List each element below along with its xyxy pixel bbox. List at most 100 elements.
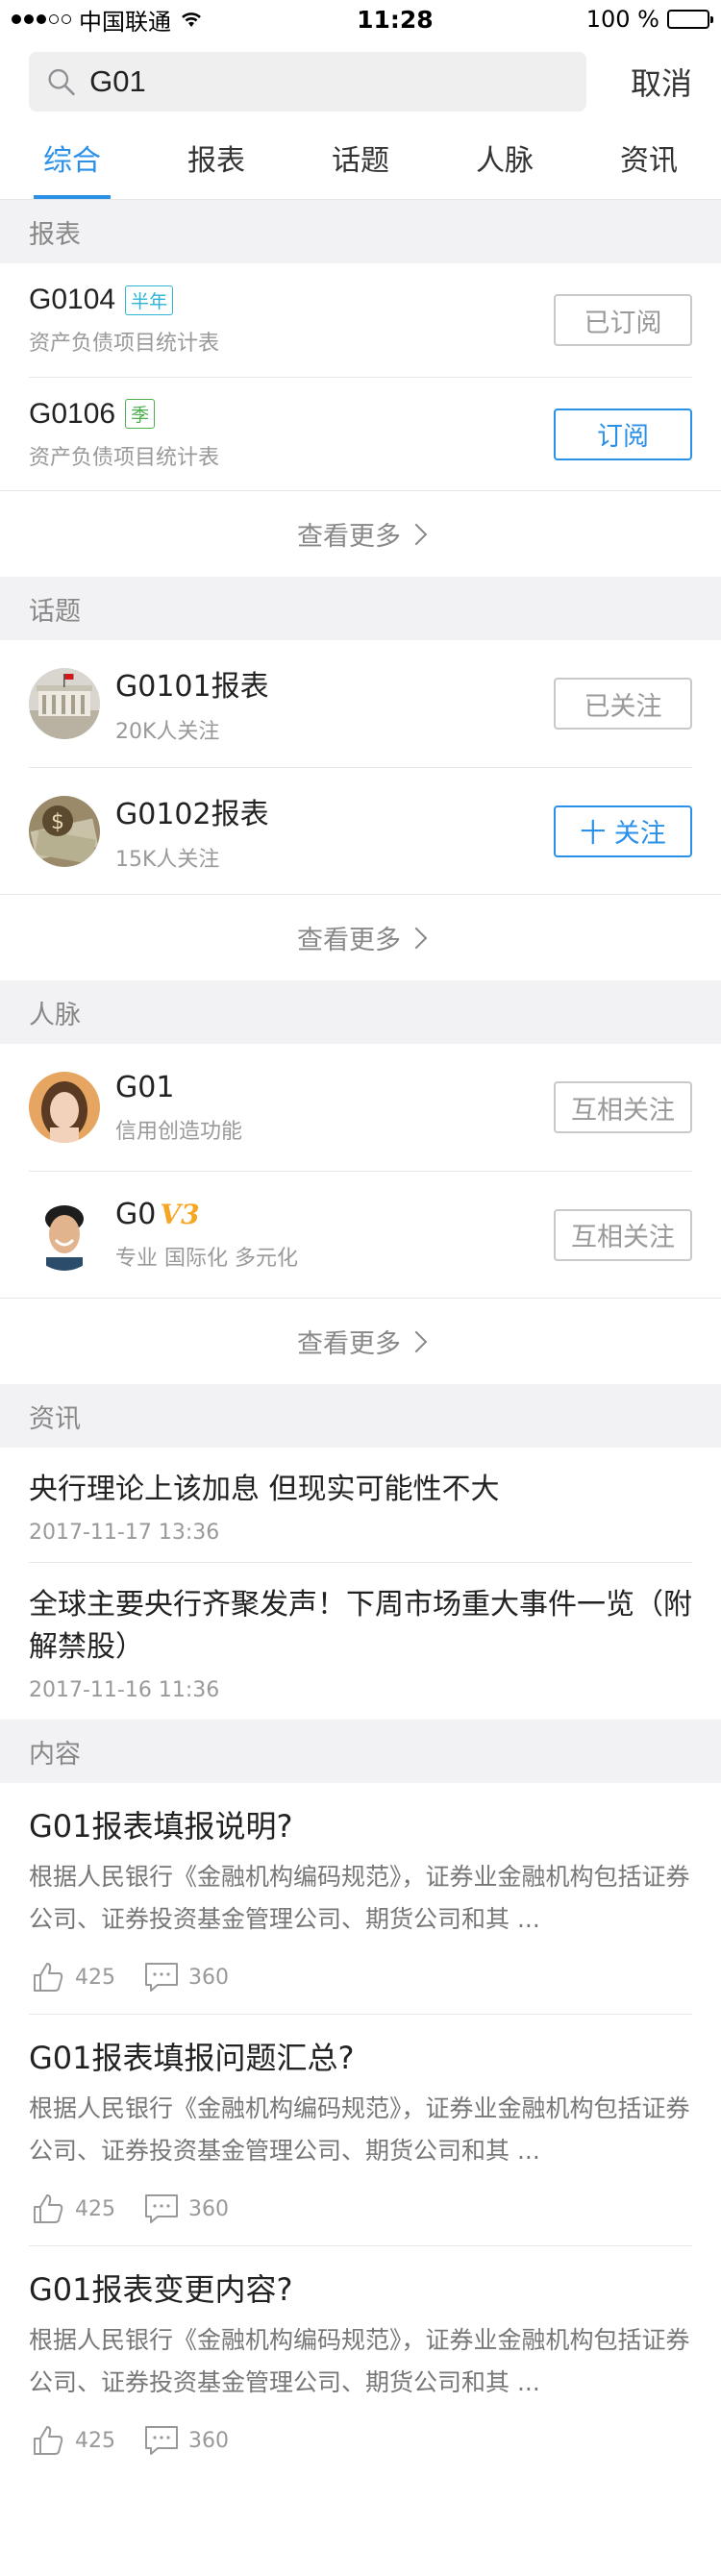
section-header-news: 资讯 [0,1384,721,1448]
signal-icon [12,14,71,24]
like-button[interactable]: 425 [29,2190,115,2228]
report-title-line: G0106 季 [29,398,554,431]
person-item[interactable]: G0 V3 专业 国际化 多元化 互相关注 [29,1171,692,1298]
content-inner: G01报表填报说明? 根据人民银行《金融机构编码规范》，证券业金融机构包括证券公… [29,1804,692,2015]
like-count: 425 [75,2428,115,2453]
comment-icon [145,2426,178,2455]
person-avatar [29,1199,100,1271]
vip-badge-icon: V3 [160,1199,200,1230]
tab-all[interactable]: 综合 [0,125,144,199]
thumbs-up-icon [34,2194,63,2223]
report-title-line: G0104 半年 [29,284,554,316]
section-header-topics: 话题 [0,577,721,640]
topic-main: G0101报表 20K人关注 [115,662,554,745]
report-title: G0106 [29,397,116,430]
thumbs-up-icon [34,1963,63,1992]
subscribe-button[interactable]: 订阅 [554,408,692,460]
status-time: 11:28 [357,5,434,34]
content-actions: 425 360 [29,2190,692,2228]
report-tag: 季 [125,399,156,429]
more-topics-link[interactable]: 查看更多 [0,894,721,980]
topic-item[interactable]: G0101报表 20K人关注 已关注 [0,640,721,767]
content-item[interactable]: G01报表变更内容? 根据人民银行《金融机构编码规范》，证券业金融机构包括证券公… [0,2246,721,2477]
report-item[interactable]: G0104 半年 资产负债项目统计表 已订阅 [0,263,721,377]
person-main: G0 V3 专业 国际化 多元化 [115,1198,554,1272]
tab-reports[interactable]: 报表 [144,125,288,199]
person-avatar [29,1072,100,1143]
content-title: G01报表填报说明? [29,1808,293,1845]
report-subtitle: 资产负债项目统计表 [29,445,220,470]
comment-button[interactable]: 360 [142,2421,229,2460]
content-body: 根据人民银行《金融机构编码规范》，证券业金融机构包括证券公司、证券投资基金管理公… [29,2326,690,2396]
followed-button[interactable]: 已关注 [554,678,692,730]
tab-people[interactable]: 人脉 [433,125,577,199]
chevron-right-icon [405,927,428,949]
building-image-icon [29,668,100,739]
content-item[interactable]: G01报表填报问题汇总? 根据人民银行《金融机构编码规范》，证券业金融机构包括证… [0,2015,721,2246]
comment-count: 360 [188,2196,229,2221]
content-title: G01报表变更内容? [29,2271,293,2308]
person-name: G0 [115,1198,157,1231]
svg-text:$: $ [51,810,64,834]
content-title: G01报表填报问题汇总? [29,2040,355,2076]
like-button[interactable]: 425 [29,1958,115,1996]
tab-topics[interactable]: 话题 [288,125,433,199]
mutual-follow-button[interactable]: 互相关注 [554,1081,692,1133]
topic-item[interactable]: $ G0102报表 15K人关注 十 关注 [29,767,692,894]
person-bio: 信用创造功能 [115,1119,243,1144]
content-body: 根据人民银行《金融机构编码规范》，证券业金融机构包括证券公司、证券投资基金管理公… [29,1863,690,1933]
topic-title: G0101报表 [115,670,269,704]
section-header-people: 人脉 [0,980,721,1044]
wifi-icon [182,12,201,27]
news-item[interactable]: 全球主要央行齐聚发声！下周市场重大事件一览（附解禁股） 2017-11-16 1… [0,1563,721,1720]
person-item[interactable]: G01 信用创造功能 互相关注 [0,1044,721,1171]
status-right: 100 % [585,6,713,33]
battery-label: 100 % [585,6,659,33]
search-box[interactable] [29,52,586,111]
tab-news[interactable]: 资讯 [577,125,721,199]
person-name-line: G0 V3 [115,1198,554,1231]
report-item[interactable]: G0106 季 资产负债项目统计表 订阅 [29,377,692,490]
content-body: 根据人民银行《金融机构编码规范》，证券业金融机构包括证券公司、证券投资基金管理公… [29,2094,690,2165]
content-item[interactable]: G01报表填报说明? 根据人民银行《金融机构编码规范》，证券业金融机构包括证券公… [0,1783,721,2015]
more-label: 查看更多 [297,1329,401,1359]
more-people-link[interactable]: 查看更多 [0,1298,721,1384]
subscribed-button[interactable]: 已订阅 [554,294,692,346]
more-label: 查看更多 [297,926,401,955]
comment-button[interactable]: 360 [142,1958,229,1996]
content-inner: G01报表变更内容? 根据人民银行《金融机构编码规范》，证券业金融机构包括证券公… [29,2267,692,2477]
news-title: 央行理论上该加息 但现实可能性不大 [29,1473,500,1506]
man-avatar-icon [29,1199,100,1271]
carrier-label: 中国联通 [79,8,171,36]
search-input[interactable] [89,64,569,99]
content-actions: 425 360 [29,1958,692,1996]
content-inner: G01报表填报问题汇总? 根据人民银行《金融机构编码规范》，证券业金融机构包括证… [29,2036,692,2246]
section-header-content: 内容 [0,1720,721,1783]
comment-button[interactable]: 360 [142,2190,229,2228]
mutual-follow-button[interactable]: 互相关注 [554,1208,692,1261]
comment-icon [145,2194,178,2223]
woman-avatar-icon [29,1072,100,1143]
tab-bar: 综合 报表 话题 人脉 资讯 [0,125,721,200]
news-time: 2017-11-17 13:36 [29,1511,692,1563]
money-image-icon: $ [29,795,100,867]
news-title: 全球主要央行齐聚发声！下周市场重大事件一览（附解禁股） [29,1588,692,1664]
cancel-button[interactable]: 取消 [631,60,692,104]
comment-count: 360 [188,1965,229,1990]
news-item[interactable]: 央行理论上该加息 但现实可能性不大 2017-11-17 13:36 [0,1448,721,1563]
battery-icon [666,10,713,29]
topic-followers: 20K人关注 [115,720,220,744]
chevron-right-icon [405,1330,428,1352]
topic-title: G0102报表 [115,797,269,831]
like-button[interactable]: 425 [29,2421,115,2460]
topic-main: G0102报表 15K人关注 [115,790,554,873]
chevron-right-icon [405,523,428,545]
report-main: G0104 半年 资产负债项目统计表 [29,284,554,357]
content-actions: 425 360 [29,2421,692,2460]
status-left: 中国联通 [12,3,204,37]
more-reports-link[interactable]: 查看更多 [0,490,721,577]
more-label: 查看更多 [297,522,401,552]
report-tag: 半年 [125,285,174,315]
report-subtitle: 资产负债项目统计表 [29,332,220,356]
follow-button[interactable]: 十 关注 [554,805,692,857]
